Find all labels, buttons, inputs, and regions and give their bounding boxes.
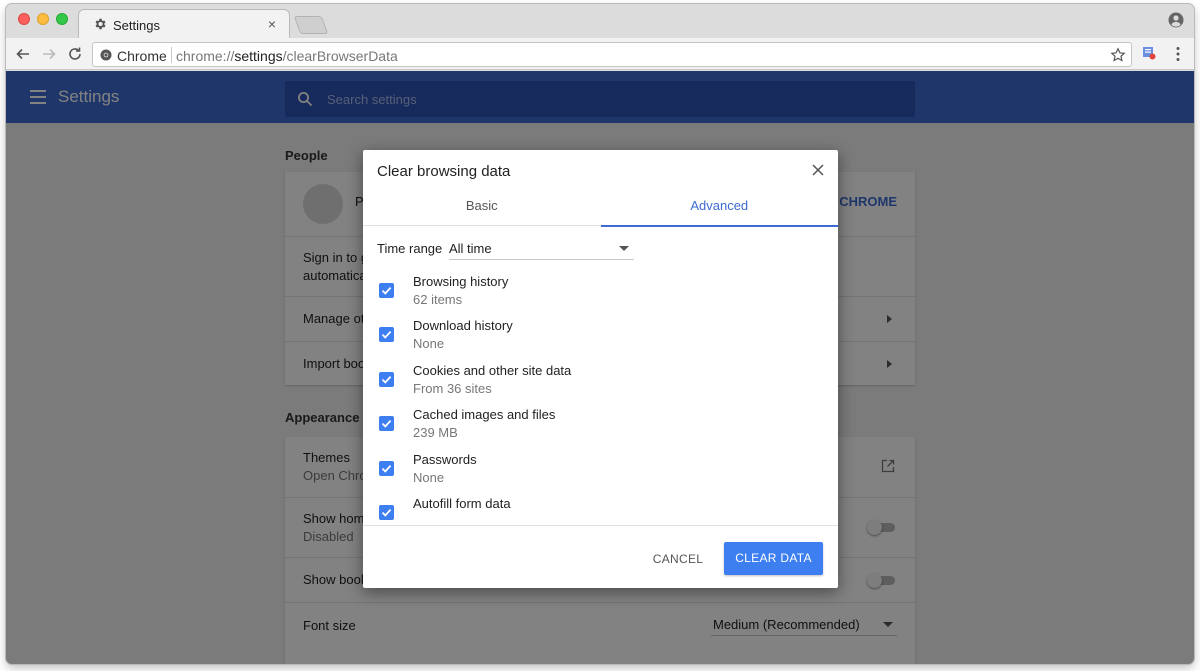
profile-icon[interactable] xyxy=(1168,12,1184,28)
clear-browsing-data-dialog: Clear browsing data Basic Advanced Time … xyxy=(363,150,838,588)
kebab-menu-icon[interactable] xyxy=(1176,46,1180,62)
item-subtitle: 62 items xyxy=(413,292,463,307)
list-item: Autofill form data xyxy=(363,496,838,525)
autofill-checkbox[interactable] xyxy=(379,505,394,520)
dialog-tabs: Basic Advanced xyxy=(363,191,839,227)
list-item: Passwords None xyxy=(363,452,838,496)
item-title: Cookies and other site data xyxy=(413,363,572,378)
time-range-label: Time range xyxy=(377,241,443,256)
list-item: Cookies and other site data From 36 site… xyxy=(363,363,838,407)
checkmark-icon xyxy=(381,375,392,384)
tab-close-icon[interactable]: × xyxy=(265,16,279,32)
item-subtitle: From 36 sites xyxy=(413,381,492,396)
chrome-page-icon xyxy=(100,49,112,61)
omnibox-origin: Chrome xyxy=(117,48,167,64)
checkmark-icon xyxy=(381,330,392,339)
browsing-history-checkbox[interactable] xyxy=(379,283,394,298)
tab-basic[interactable]: Basic xyxy=(363,191,601,226)
list-item: Browsing history 62 items xyxy=(363,274,838,318)
new-tab-button[interactable] xyxy=(293,16,329,34)
item-title: Autofill form data xyxy=(413,496,511,511)
time-range-select[interactable]: All time xyxy=(449,236,634,260)
url-text[interactable]: chrome://settings/clearBrowserData xyxy=(176,48,398,64)
list-item: Cached images and files 239 MB xyxy=(363,407,838,451)
extension-icon[interactable] xyxy=(1142,46,1156,60)
item-subtitle: 239 MB xyxy=(413,425,458,440)
data-type-list[interactable]: Browsing history 62 items Download histo… xyxy=(363,274,838,525)
download-history-checkbox[interactable] xyxy=(379,327,394,342)
checkmark-icon xyxy=(381,419,392,428)
tab-title: Settings xyxy=(113,18,160,33)
tab-strip: Settings × xyxy=(6,4,1194,39)
item-title: Cached images and files xyxy=(413,407,556,422)
item-subtitle: None xyxy=(413,470,445,485)
checkmark-icon xyxy=(381,508,392,517)
time-range-value: All time xyxy=(449,241,492,256)
url-path: /clearBrowserData xyxy=(282,48,398,64)
cached-images-checkbox[interactable] xyxy=(379,416,394,431)
cancel-button[interactable]: CANCEL xyxy=(643,543,713,575)
bookmark-star-icon[interactable] xyxy=(1110,47,1126,63)
minimize-window-button[interactable] xyxy=(37,13,49,25)
zoom-window-button[interactable] xyxy=(56,13,68,25)
close-window-button[interactable] xyxy=(18,13,30,25)
reload-icon[interactable] xyxy=(66,45,84,63)
gear-icon xyxy=(95,18,106,30)
checkmark-icon xyxy=(381,464,392,473)
browser-window: Settings × Chrome chrome://settings/clea… xyxy=(6,4,1194,664)
browser-toolbar: Chrome chrome://settings/clearBrowserDat… xyxy=(6,38,1194,70)
url-scheme: chrome:// xyxy=(176,48,235,64)
passwords-checkbox[interactable] xyxy=(379,461,394,476)
back-arrow-icon[interactable] xyxy=(14,45,32,63)
url-host: settings xyxy=(234,48,283,64)
dialog-footer: CANCEL CLEAR DATA xyxy=(363,525,838,588)
item-title: Browsing history xyxy=(413,274,509,289)
forward-arrow-icon[interactable] xyxy=(40,45,58,63)
checkmark-icon xyxy=(381,286,392,295)
item-title: Download history xyxy=(413,318,513,333)
tab-advanced[interactable]: Advanced xyxy=(600,191,839,227)
item-subtitle: None xyxy=(413,336,445,351)
clear-data-button[interactable]: CLEAR DATA xyxy=(724,542,823,575)
caret-down-icon xyxy=(619,246,629,251)
tab-settings[interactable]: Settings × xyxy=(78,9,290,39)
address-bar[interactable]: Chrome chrome://settings/clearBrowserDat… xyxy=(92,42,1132,67)
close-icon[interactable] xyxy=(812,164,824,176)
item-title: Passwords xyxy=(413,452,477,467)
settings-page: Settings Search settings People P D CHRO… xyxy=(6,71,1194,664)
dialog-title: Clear browsing data xyxy=(377,163,511,180)
list-item: Download history None xyxy=(363,318,838,362)
omnibox-separator xyxy=(171,47,172,63)
cookies-checkbox[interactable] xyxy=(379,372,394,387)
